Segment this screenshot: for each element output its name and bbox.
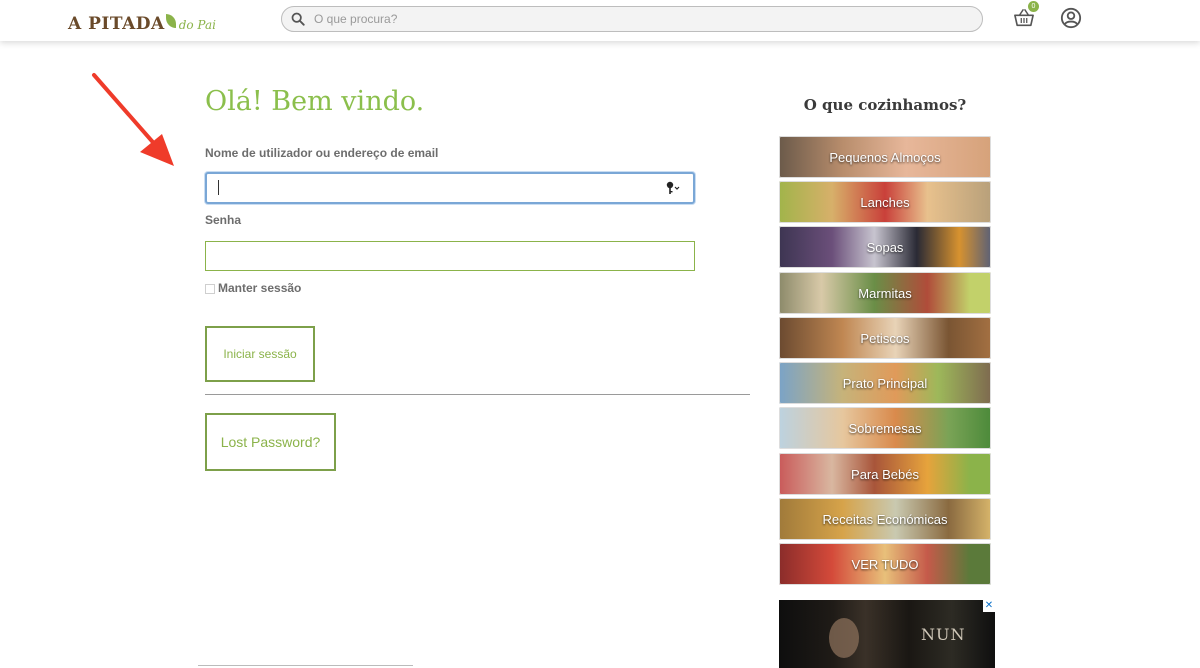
search-input[interactable] <box>312 11 982 27</box>
search-bar <box>281 6 983 32</box>
category-label: Receitas Económicas <box>822 511 948 527</box>
category-prato-principal[interactable]: Prato Principal <box>779 362 991 404</box>
username-field[interactable] <box>205 172 695 204</box>
category-lanches[interactable]: Lanches <box>779 181 991 223</box>
remember-me-checkbox[interactable] <box>205 284 215 294</box>
leaf-icon <box>165 14 176 28</box>
category-label: Sopas <box>866 239 904 255</box>
site-header: A PITADA do Pai 0 <box>0 0 1200 41</box>
password-field[interactable] <box>205 241 695 271</box>
category-marmitas[interactable]: Marmitas <box>779 272 991 314</box>
advertisement-banner[interactable]: NUN ✕ <box>779 600 995 668</box>
logo-sub-text: do Pai <box>178 18 216 32</box>
category-label: Marmitas <box>858 285 912 301</box>
login-submit-button[interactable]: Iniciar sessão <box>205 326 315 382</box>
cart-count-badge: 0 <box>1028 1 1039 12</box>
footer-divider <box>198 665 413 666</box>
lost-password-button[interactable]: Lost Password? <box>205 413 336 471</box>
category-ver-tudo[interactable]: VER TUDO <box>779 543 991 585</box>
sidebar-title: O que cozinhamos? <box>803 96 967 114</box>
logo-main-text: A PITADA <box>68 14 165 34</box>
form-divider <box>205 394 750 395</box>
category-label: Sobremesas <box>848 420 922 436</box>
remember-me-label: Manter sessão <box>218 281 302 295</box>
category-label: Lanches <box>860 194 910 210</box>
ad-figure <box>829 618 859 658</box>
password-label: Senha <box>205 213 242 227</box>
category-sobremesas[interactable]: Sobremesas <box>779 407 991 449</box>
category-label: Para Bebés <box>851 466 919 482</box>
category-petiscos[interactable]: Petiscos <box>779 317 991 359</box>
username-label: Nome de utilizador ou endereço de email <box>205 146 439 160</box>
category-label: VER TUDO <box>851 556 919 572</box>
category-label: Pequenos Almoços <box>829 149 941 165</box>
page-title: Olá! Bem vindo. <box>205 86 425 117</box>
search-icon <box>291 12 305 26</box>
site-logo[interactable]: A PITADA do Pai <box>68 4 216 34</box>
user-account-icon[interactable] <box>1060 7 1082 29</box>
remember-me[interactable]: Manter sessão <box>205 281 301 295</box>
ad-title: NUN <box>921 625 966 644</box>
close-icon[interactable]: ✕ <box>983 600 995 612</box>
category-pequenos-almocos[interactable]: Pequenos Almoços <box>779 136 991 178</box>
category-sopas[interactable]: Sopas <box>779 226 991 268</box>
password-manager-key-icon[interactable] <box>665 180 681 196</box>
category-receitas-economicas[interactable]: Receitas Económicas <box>779 498 991 540</box>
category-para-bebes[interactable]: Para Bebés <box>779 453 991 495</box>
category-label: Petiscos <box>860 330 910 346</box>
text-caret <box>218 180 219 195</box>
category-label: Prato Principal <box>842 375 928 391</box>
annotation-arrow-icon <box>92 73 174 166</box>
